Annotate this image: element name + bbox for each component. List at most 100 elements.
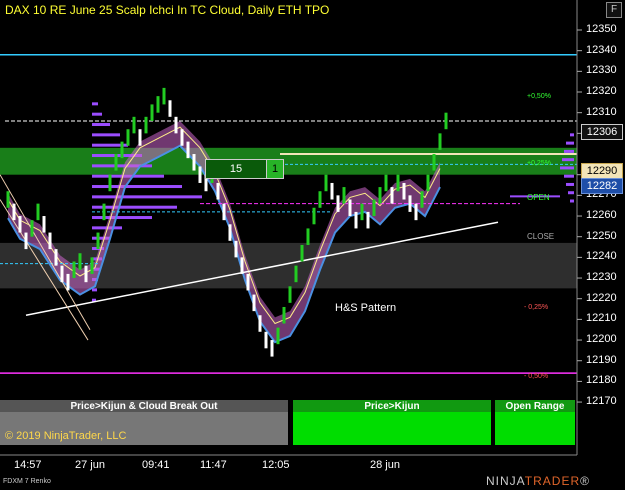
bull-renko-bar — [438, 133, 442, 150]
bear-renko-bar — [180, 129, 184, 146]
open-label: OPEN — [527, 193, 550, 202]
bear-renko-bar — [186, 141, 190, 159]
bear-renko-bar — [198, 166, 202, 183]
price-tick-label: 12260 — [586, 209, 617, 222]
bear-renko-bar — [264, 331, 268, 349]
tpo-row — [564, 149, 574, 153]
chart-window[interactable]: DAX 10 RE June 25 Scalp Ichci In TC Clou… — [0, 0, 625, 490]
price-tick-label: 12180 — [586, 374, 617, 387]
price-chart[interactable] — [0, 0, 625, 490]
bull-renko-bar — [426, 174, 430, 192]
bull-renko-bar — [78, 253, 82, 270]
tpo-row — [570, 133, 574, 137]
bull-renko-bar — [288, 286, 292, 303]
bull-renko-bar — [384, 174, 388, 192]
bull-renko-bar — [6, 191, 10, 208]
price-tick-label: 12240 — [586, 250, 617, 263]
bear-renko-bar — [66, 273, 70, 291]
bear-renko-bar — [60, 265, 64, 283]
bear-renko-bar — [258, 315, 262, 332]
time-tick-label: 11:47 — [200, 459, 227, 471]
price-tick-label: 12330 — [586, 64, 617, 77]
bear-renko-bar — [84, 265, 88, 283]
time-tick-label: 28 jun — [370, 459, 400, 471]
bull-renko-bar — [150, 104, 154, 121]
bull-renko-bar — [156, 96, 160, 113]
bull-renko-bar — [312, 207, 316, 225]
tpo-row — [566, 141, 574, 145]
level-low-marker: 12282 — [581, 178, 623, 194]
bull-renko-bar — [300, 244, 304, 262]
bull-renko-bar — [120, 141, 124, 159]
price-tick-label: 12310 — [586, 105, 617, 118]
last-price-marker: 12306 — [581, 124, 623, 140]
bull-renko-bar — [318, 191, 322, 208]
bull-renko-bar — [444, 112, 448, 130]
bear-renko-bar — [138, 129, 142, 146]
price-tick-label: 12220 — [586, 291, 617, 304]
instrument-label: FDXM 7 Renko — [3, 478, 51, 485]
bull-renko-bar — [108, 174, 112, 192]
price-tick-label: 12250 — [586, 229, 617, 242]
bear-renko-bar — [12, 203, 16, 221]
tpo-row — [92, 133, 120, 137]
bear-renko-bar — [174, 116, 178, 134]
tpo-row — [92, 288, 97, 292]
price-tick-label: 12350 — [586, 23, 617, 35]
bull-renko-bar — [96, 232, 100, 250]
tpo-row — [566, 182, 574, 186]
count-box[interactable]: 15 — [205, 159, 267, 179]
tpo-row — [92, 216, 152, 220]
bear-renko-bar — [414, 203, 418, 221]
bull-renko-bar — [282, 306, 286, 324]
time-tick-label: 14:57 — [14, 459, 42, 471]
bear-renko-bar — [228, 224, 232, 241]
close-label: CLOSE — [527, 232, 555, 241]
signal-bar-label-2: Price>Kijun — [364, 401, 420, 412]
tpo-row — [92, 112, 102, 116]
bear-renko-bar — [24, 232, 28, 250]
price-tick-label: 12190 — [586, 353, 617, 366]
bull-renko-bar — [396, 174, 400, 192]
bull-renko-bar — [72, 261, 76, 279]
tpo-row — [570, 199, 574, 203]
bear-renko-bar — [252, 294, 256, 312]
bull-renko-bar — [342, 187, 346, 204]
bull-renko-bar — [294, 265, 298, 283]
bull-renko-bar — [324, 174, 328, 192]
tpo-row — [568, 191, 574, 195]
bull-renko-bar — [114, 154, 118, 171]
bear-renko-bar — [348, 199, 352, 217]
bear-renko-bar — [366, 211, 370, 229]
price-tick-label: 12170 — [586, 395, 617, 408]
tpo-row — [92, 123, 110, 127]
time-tick-label: 27 jun — [75, 459, 105, 471]
bull-renko-bar — [102, 203, 106, 221]
bear-renko-bar — [222, 203, 226, 221]
tpo-row — [92, 195, 202, 199]
bear-renko-bar — [336, 195, 340, 212]
bull-renko-bar — [30, 220, 34, 237]
value-area-zone — [0, 147, 577, 175]
ninjatrader-logo: NINJATRADER® — [486, 474, 590, 488]
bear-renko-bar — [192, 154, 196, 171]
bear-renko-bar — [246, 273, 250, 291]
pct-minus-025-label: - 0,25% — [524, 304, 549, 311]
bear-renko-bar — [18, 216, 22, 233]
signal-bar-label-3: Open Range — [505, 401, 565, 412]
bull-renko-bar — [132, 116, 136, 134]
price-tick-label: 12340 — [586, 43, 617, 56]
pct-minus-050-label: - 0,50% — [524, 373, 549, 380]
bear-renko-bar — [330, 182, 334, 200]
pct-plus-050-label: +0,50% — [527, 93, 551, 100]
price-tick-label: 12320 — [586, 85, 617, 97]
bear-renko-bar — [216, 182, 220, 200]
bear-renko-bar — [54, 249, 58, 266]
bull-renko-bar — [306, 228, 310, 245]
time-tick-label: 09:41 — [142, 459, 170, 471]
value-box[interactable]: 1 — [266, 159, 284, 179]
signal-bar-label-1: Price>Kijun & Cloud Break Out — [70, 401, 218, 412]
bear-renko-bar — [390, 187, 394, 204]
tpo-row — [564, 174, 574, 178]
bull-renko-bar — [378, 187, 382, 204]
